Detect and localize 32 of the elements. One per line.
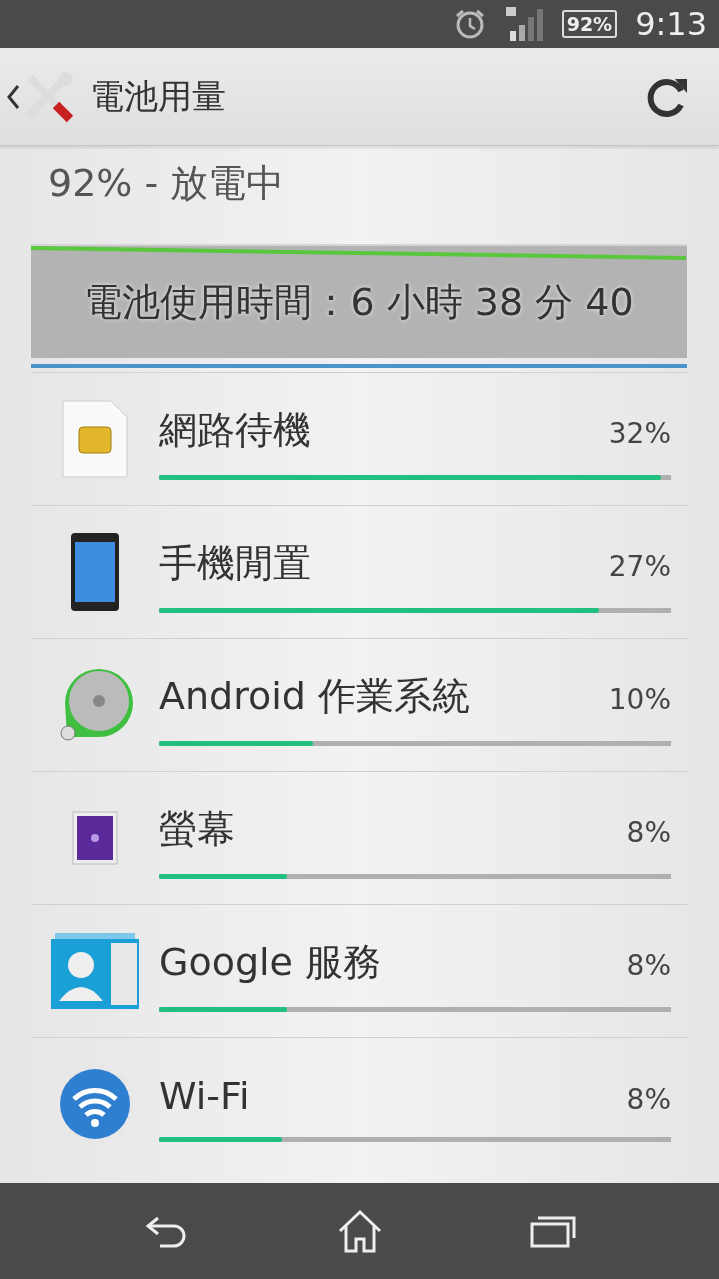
item-percent: 27% (608, 550, 671, 583)
item-percent: 8% (626, 816, 671, 849)
usage-time: 電池使用時間：6 小時 38 分 40 (84, 278, 634, 326)
usage-row[interactable]: Wi-Fi 8% (31, 1037, 687, 1170)
item-name: 手機閒置 (159, 540, 311, 587)
item-percent: 8% (626, 1082, 671, 1116)
item-name: 網路待機 (159, 407, 311, 454)
sim-card-icon (61, 399, 129, 479)
item-name: Wi-Fi (159, 1073, 250, 1118)
item-name: Google 服務 (159, 939, 382, 986)
item-percent: 8% (626, 949, 671, 982)
item-percent: 32% (608, 417, 671, 450)
alarm-clock-icon (453, 8, 486, 40)
item-name: 螢幕 (159, 806, 235, 853)
usage-row[interactable]: Google 服務 8% (31, 904, 687, 1037)
contact-card-icon (51, 933, 139, 1009)
battery-indicator: 92% (561, 10, 618, 38)
recent-apps-icon[interactable] (529, 1214, 576, 1248)
usage-row[interactable]: Android 作業系統 10% (31, 638, 687, 771)
phone-icon (70, 532, 120, 612)
usage-row[interactable]: 網路待機 32% (31, 372, 687, 505)
screen-icon (72, 811, 118, 865)
usage-row[interactable]: 手機閒置 27% (31, 505, 687, 638)
item-percent: 10% (608, 683, 671, 716)
item-name: Android 作業系統 (159, 673, 470, 720)
screen-title: 電池用量 (90, 74, 227, 118)
usage-row[interactable]: 螢幕 8% (31, 771, 687, 904)
signal-icon (503, 7, 544, 41)
home-icon[interactable] (336, 1209, 383, 1253)
back-chevron-icon[interactable] (6, 83, 20, 110)
battery-status: 92% - 放電中 (47, 160, 286, 207)
clock-time: 9:13 (635, 5, 707, 43)
